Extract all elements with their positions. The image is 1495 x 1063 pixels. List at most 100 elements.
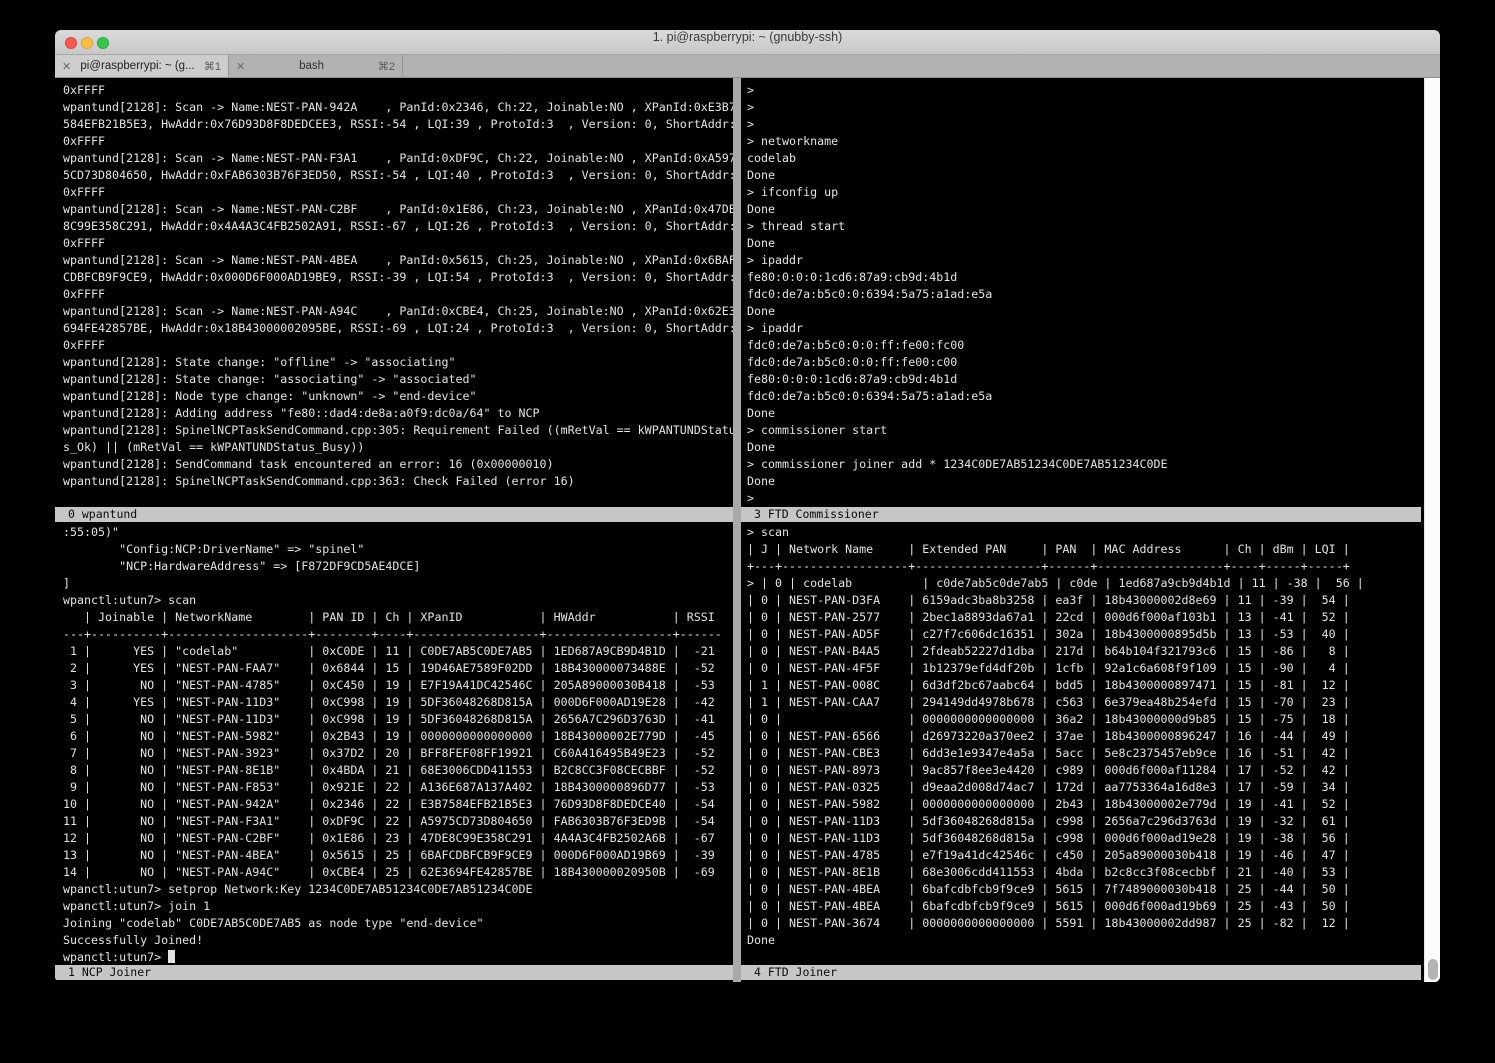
minimize-window-button[interactable]	[81, 37, 93, 49]
terminal-line: wpantund[2128]: Adding address "fe80::da…	[63, 405, 733, 422]
close-tab-icon[interactable]: ✕	[236, 60, 245, 73]
terminal-line: wpanctl:utun7> scan	[63, 592, 733, 609]
terminal-line: Done	[747, 235, 1424, 252]
pane-caption-ncp-joiner: 1 NCP Joiner	[55, 965, 733, 980]
terminal-line: | 0 | NEST-PAN-3674 | 0000000000000000 |…	[747, 915, 1424, 932]
terminal-line: | 0 | NEST-PAN-AD5F | c27f7c606dc16351 |…	[747, 626, 1424, 643]
terminal-line: Done	[747, 932, 1424, 949]
terminal-line: Done	[747, 201, 1424, 218]
zoom-window-button[interactable]	[97, 37, 109, 49]
terminal-line: wpanctl:utun7> setprop Network:Key 1234C…	[63, 881, 733, 898]
terminal-line: | 0 | NEST-PAN-2577 | 2bec1a8893da67a1 |…	[747, 609, 1424, 626]
terminal-line: | 0 | NEST-PAN-5982 | 0000000000000000 |…	[747, 796, 1424, 813]
window-title: 1. pi@raspberrypi: ~ (gnubby-ssh)	[55, 30, 1440, 44]
terminal-line: wpantund[2128]: Scan -> Name:NEST-PAN-4B…	[63, 252, 733, 269]
terminal-line: > networkname	[747, 133, 1424, 150]
terminal-line: | 1 | NEST-PAN-CAA7 | 294149dd4978b678 |…	[747, 694, 1424, 711]
terminal-line: fdc0:de7a:b5c0:0:0:ff:fe00:c00	[747, 354, 1424, 371]
terminal-line: Done	[747, 405, 1424, 422]
terminal-line: :55:05)"	[63, 524, 733, 541]
terminal-output: > scan| J | Network Name | Extended PAN …	[747, 524, 1424, 949]
terminal-line: wpantund[2128]: SpinelNCPTaskSendCommand…	[63, 422, 733, 439]
terminal-line: >	[747, 82, 1424, 99]
terminal-line: 1 | YES | "codelab" | 0xC0DE | 11 | C0DE…	[63, 643, 733, 660]
shell-prompt: wpanctl:utun7>	[63, 950, 168, 964]
terminal-line: 3 | NO | "NEST-PAN-4785" | 0xC450 | 19 |…	[63, 677, 733, 694]
pane-ncp-joiner[interactable]: :55:05)" "Config:NCP:DriverName" => "spi…	[55, 522, 733, 965]
tab-ssh-session[interactable]: ✕ pi@raspberrypi: ~ (g... ⌘1	[55, 55, 229, 77]
terminal-line: wpantund[2128]: State change: "associati…	[63, 371, 733, 388]
tab-shortcut: ⌘2	[378, 60, 395, 73]
terminal-line: 0xFFFF	[63, 82, 733, 99]
pane-caption-wpantund: 0 wpantund	[55, 507, 733, 522]
terminal-line: Done	[747, 473, 1424, 490]
terminal-line: +---+------------------+----------------…	[747, 558, 1424, 575]
terminal-line: fdc0:de7a:b5c0:0:6394:5a75:a1ad:e5a	[747, 286, 1424, 303]
tab-bar: ✕ pi@raspberrypi: ~ (g... ⌘1 ✕ bash ⌘2	[55, 55, 1440, 78]
terminal-line: | 0 | NEST-PAN-4BEA | 6bafcdbfcb9f9ce9 |…	[747, 881, 1424, 898]
terminal-content: 0xFFFFwpantund[2128]: Scan -> Name:NEST-…	[55, 78, 1440, 982]
pane-ftd-commissioner[interactable]: >>>> networknamecodelabDone> ifconfig up…	[741, 78, 1424, 507]
terminal-line: wpantund[2128]: State change: "offline" …	[63, 354, 733, 371]
terminal-line: | J | Network Name | Extended PAN | PAN …	[747, 541, 1424, 558]
pane-caption-ftd-commissioner: 3 FTD Commissioner	[741, 507, 1421, 522]
window-titlebar[interactable]: 1. pi@raspberrypi: ~ (gnubby-ssh)	[55, 30, 1440, 55]
tab-bash[interactable]: ✕ bash ⌘2	[229, 55, 403, 77]
terminal-line: > thread start	[747, 218, 1424, 235]
terminal-line: > ipaddr	[747, 320, 1424, 337]
terminal-line: "NCP:HardwareAddress" => [F872DF9CD5AE4D…	[63, 558, 733, 575]
terminal-line: 13 | NO | "NEST-PAN-4BEA" | 0x5615 | 25 …	[63, 847, 733, 864]
terminal-line: | 0 | NEST-PAN-8E1B | 68e3006cdd411553 |…	[747, 864, 1424, 881]
terminal-cursor	[168, 950, 175, 963]
terminal-line: >	[747, 490, 1424, 507]
close-tab-icon[interactable]: ✕	[62, 60, 71, 73]
tab-shortcut: ⌘1	[204, 60, 221, 73]
terminal-output: >>>> networknamecodelabDone> ifconfig up…	[747, 82, 1424, 507]
terminal-window: 1. pi@raspberrypi: ~ (gnubby-ssh) ✕ pi@r…	[55, 30, 1440, 982]
terminal-line: > | 0 | codelab | c0de7ab5c0de7ab5 | c0d…	[747, 575, 1424, 592]
terminal-line: fdc0:de7a:b5c0:0:0:ff:fe00:fc00	[747, 337, 1424, 354]
terminal-line: | 0 | NEST-PAN-8973 | 9ac857f8ee3e4420 |…	[747, 762, 1424, 779]
terminal-line: wpantund[2128]: Node type change: "unkno…	[63, 388, 733, 405]
terminal-line: 8C99E358C291, HwAddr:0x4A4A3C4FB2502A91,…	[63, 218, 733, 235]
terminal-line: fdc0:de7a:b5c0:0:6394:5a75:a1ad:e5a	[747, 388, 1424, 405]
terminal-line: Done	[747, 303, 1424, 320]
terminal-line: wpantund[2128]: Scan -> Name:NEST-PAN-F3…	[63, 150, 733, 167]
close-window-button[interactable]	[65, 37, 77, 49]
terminal-line: > commissioner start	[747, 422, 1424, 439]
desktop-background: 1. pi@raspberrypi: ~ (gnubby-ssh) ✕ pi@r…	[0, 0, 1495, 1063]
terminal-line: | 0 | NEST-PAN-4F5F | 1b12379efd4df20b |…	[747, 660, 1424, 677]
terminal-output: 0xFFFFwpantund[2128]: Scan -> Name:NEST-…	[63, 82, 733, 490]
scrollbar-thumb[interactable]	[1428, 959, 1438, 980]
terminal-line: 0xFFFF	[63, 286, 733, 303]
terminal-line: wpantund[2128]: SpinelNCPTaskSendCommand…	[63, 473, 733, 490]
terminal-line: > scan	[747, 524, 1424, 541]
terminal-line: 694FE42857BE, HwAddr:0x18B43000002095BE,…	[63, 320, 733, 337]
terminal-line: | 0 | NEST-PAN-11D3 | 5df36048268d815a |…	[747, 813, 1424, 830]
terminal-line: 0xFFFF	[63, 184, 733, 201]
terminal-line: 0xFFFF	[63, 337, 733, 354]
terminal-line: | 0 | NEST-PAN-4BEA | 6bafcdbfcb9f9ce9 |…	[747, 898, 1424, 915]
terminal-line: wpantund[2128]: SendCommand task encount…	[63, 456, 733, 473]
terminal-line: 0xFFFF	[63, 235, 733, 252]
terminal-line: 11 | NO | "NEST-PAN-F3A1" | 0xDF9C | 22 …	[63, 813, 733, 830]
terminal-line: 14 | NO | "NEST-PAN-A94C" | 0xCBE4 | 25 …	[63, 864, 733, 881]
terminal-output: :55:05)" "Config:NCP:DriverName" => "spi…	[63, 524, 733, 949]
terminal-line: Joining "codelab" C0DE7AB5C0DE7AB5 as no…	[63, 915, 733, 932]
terminal-line: wpantund[2128]: Scan -> Name:NEST-PAN-94…	[63, 99, 733, 116]
terminal-line: 0xFFFF	[63, 133, 733, 150]
pane-ftd-joiner[interactable]: > scan| J | Network Name | Extended PAN …	[741, 522, 1424, 965]
terminal-line: | 0 | NEST-PAN-D3FA | 6159adc3ba8b3258 |…	[747, 592, 1424, 609]
terminal-line: Successfully Joined!	[63, 932, 733, 949]
scrollbar-track[interactable]	[1424, 78, 1440, 982]
terminal-line: > ifconfig up	[747, 184, 1424, 201]
terminal-line: 2 | YES | "NEST-PAN-FAA7" | 0x6844 | 15 …	[63, 660, 733, 677]
pane-wpantund[interactable]: 0xFFFFwpantund[2128]: Scan -> Name:NEST-…	[55, 78, 733, 507]
terminal-line: wpantund[2128]: Scan -> Name:NEST-PAN-A9…	[63, 303, 733, 320]
tab-label: pi@raspberrypi: ~ (g...	[75, 60, 200, 72]
terminal-line: 4 | YES | "NEST-PAN-11D3" | 0xC998 | 19 …	[63, 694, 733, 711]
tab-label: bash	[249, 60, 374, 72]
terminal-line: codelab	[747, 150, 1424, 167]
terminal-line: 12 | NO | "NEST-PAN-C2BF" | 0x1E86 | 23 …	[63, 830, 733, 847]
terminal-line: | 0 | NEST-PAN-11D3 | 5df36048268d815a |…	[747, 830, 1424, 847]
